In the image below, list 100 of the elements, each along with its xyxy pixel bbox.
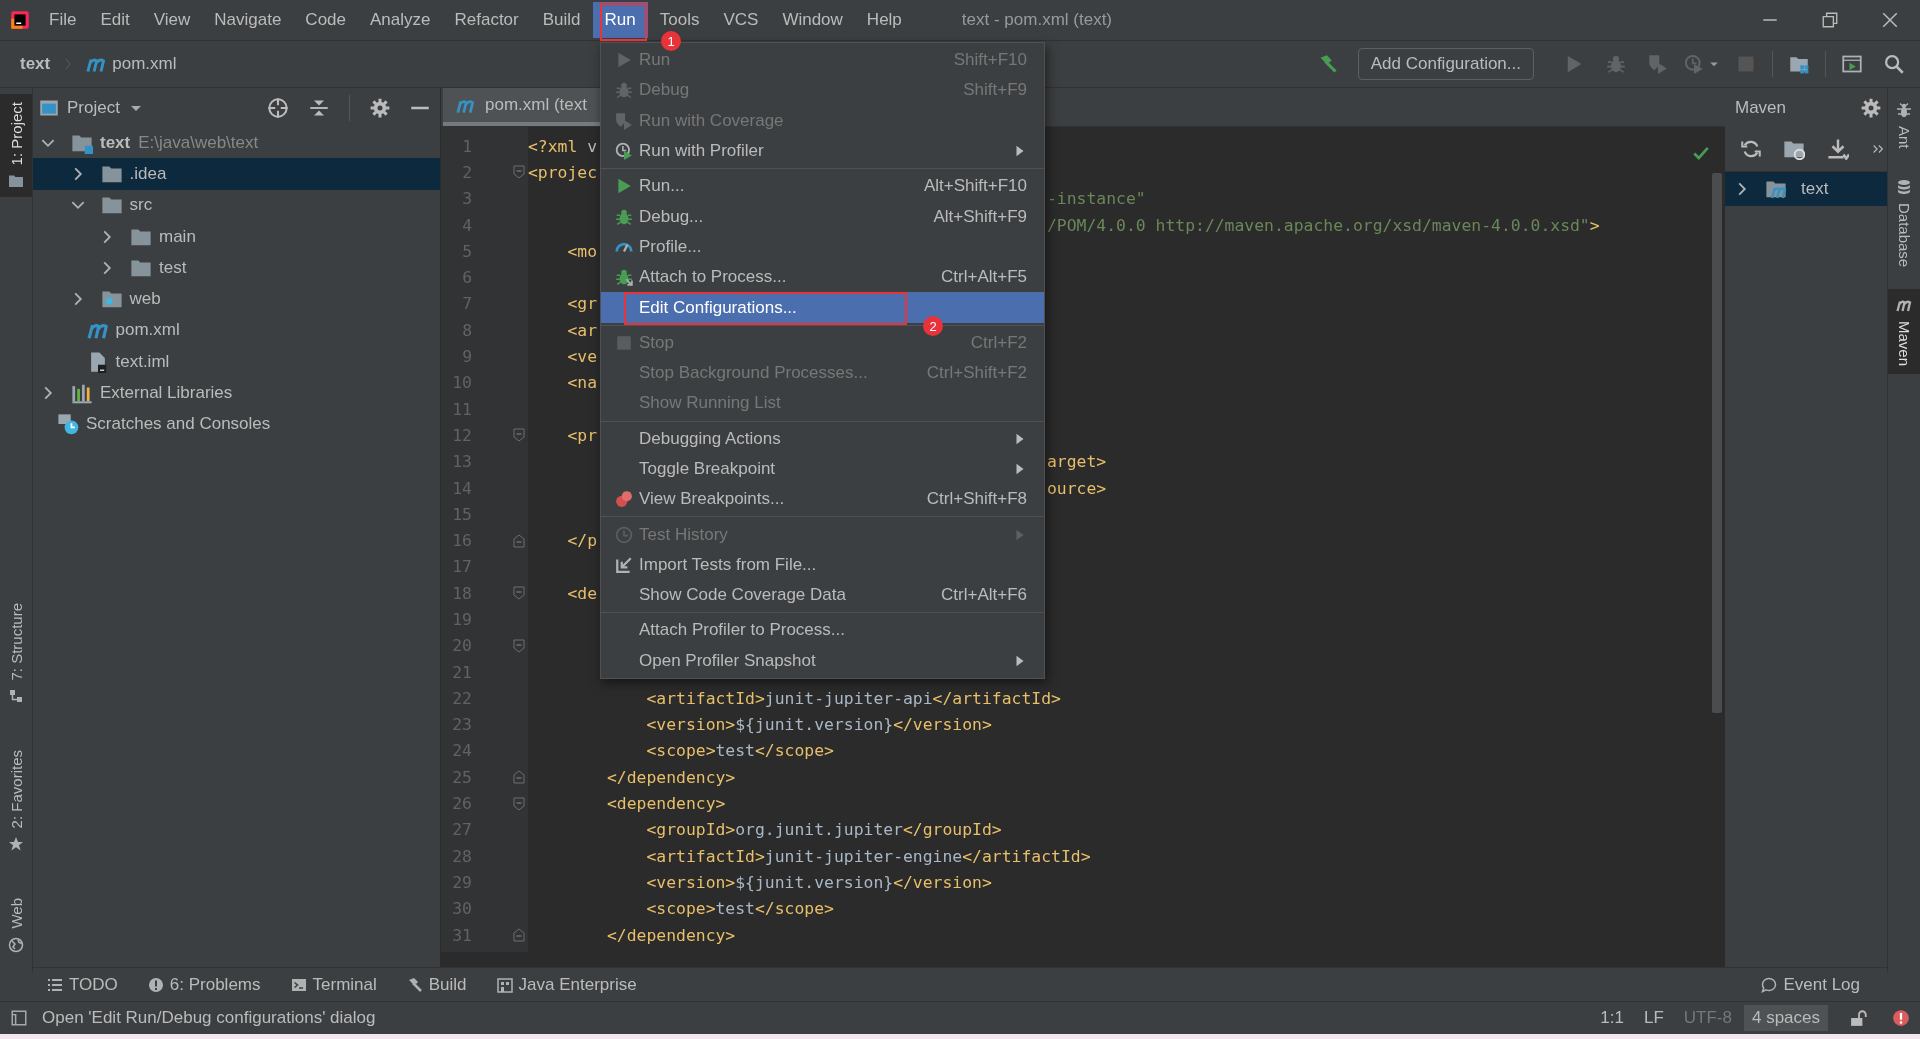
code-text: <groupId>org.junit.jupiter</groupId> (646, 820, 1002, 840)
code-text: </p (567, 531, 598, 551)
star-icon (8, 836, 24, 853)
tree-item[interactable]: main (159, 226, 196, 247)
menu-item[interactable]: Code (293, 2, 358, 38)
tree-item[interactable]: .idea (129, 163, 167, 184)
code-text: -instance" (1047, 189, 1146, 209)
tool-window-button[interactable]: Terminal (312, 974, 377, 995)
error-icon[interactable] (1892, 1009, 1910, 1027)
fold-marker-icon[interactable] (511, 164, 527, 181)
menu-item[interactable]: Refactor (442, 2, 531, 38)
tree-item[interactable]: text (100, 132, 131, 153)
fold-marker-icon[interactable] (511, 427, 527, 444)
tree-item[interactable]: text (1801, 179, 1829, 199)
menu-item[interactable]: Attach to Process... Ctrl+Alt+F5 (601, 262, 1044, 293)
code-text: <pr (567, 425, 598, 445)
fold-marker-icon[interactable] (511, 769, 527, 786)
menu-item[interactable]: Import Tests from File... (601, 549, 1044, 581)
tree-item[interactable]: pom.xml (115, 320, 180, 341)
project-structure-icon[interactable] (1789, 54, 1809, 74)
menu-item[interactable]: Navigate (202, 2, 294, 38)
menu-item[interactable]: File (37, 2, 89, 38)
scrollbar-thumb[interactable] (1712, 173, 1722, 713)
folder-refresh-icon[interactable] (1783, 138, 1805, 160)
panel-title[interactable]: Project (67, 97, 120, 118)
menu-item[interactable]: Show Code Coverage Data Ctrl+Alt+F6 (601, 580, 1044, 611)
close-icon[interactable] (1881, 11, 1899, 29)
breadcrumb-item[interactable]: text (20, 54, 51, 74)
more-icon[interactable] (1871, 142, 1885, 156)
speech-bubble-icon (1761, 976, 1778, 993)
status-widget[interactable]: LF (1635, 1005, 1672, 1031)
app-logo-icon (10, 10, 30, 30)
menu-item[interactable]: Window (770, 2, 855, 38)
tool-window-button[interactable]: 6: Problems (169, 974, 261, 995)
tool-window-tab[interactable]: 7: Structure (7, 602, 25, 681)
status-widget[interactable]: 1:1 (1592, 1005, 1632, 1031)
tree-item[interactable]: External Libraries (100, 383, 233, 403)
shortcut: Ctrl+Alt+F5 (941, 267, 1027, 288)
search-icon[interactable] (1884, 54, 1904, 74)
tool-window-tab[interactable]: Web (7, 898, 25, 929)
tool-window-tab[interactable]: Database (1895, 202, 1913, 267)
download-icon[interactable] (1827, 138, 1849, 160)
fold-marker-icon[interactable] (511, 532, 527, 549)
refresh-icon[interactable] (1741, 139, 1761, 159)
tree-item[interactable]: Scratches and Consoles (86, 414, 271, 435)
tool-window-button[interactable]: Build (428, 974, 467, 995)
fold-marker-icon[interactable] (511, 585, 527, 602)
menu-item[interactable]: View Breakpoints... Ctrl+Shift+F8 (601, 484, 1044, 515)
tool-window-toggle-icon[interactable] (10, 1009, 28, 1027)
run-window-icon[interactable] (1842, 54, 1862, 74)
menu-item[interactable]: Open Profiler Snapshot (601, 645, 1044, 676)
menu-item[interactable]: Edit (88, 2, 142, 38)
unlocked-icon[interactable] (1850, 1009, 1868, 1027)
shortcut: Shift+F9 (963, 80, 1027, 101)
menu-item[interactable]: Run... Alt+Shift+F10 (601, 171, 1044, 202)
breadcrumb-item[interactable]: pom.xml (112, 54, 177, 74)
menu-item[interactable]: Debugging Actions (601, 423, 1044, 454)
run-configuration-button[interactable]: Add Configuration... (1357, 48, 1534, 80)
settings-icon[interactable] (1861, 97, 1881, 118)
tool-window-tab[interactable]: Ant (1895, 126, 1913, 149)
menu-item[interactable]: Help (854, 2, 914, 38)
settings-icon[interactable] (370, 97, 390, 118)
tree-item[interactable]: test (159, 257, 187, 278)
fold-marker-icon[interactable] (511, 637, 527, 654)
tool-window-button[interactable]: Event Log (1783, 974, 1860, 995)
tree-item[interactable]: src (129, 195, 153, 216)
globe-icon (8, 937, 24, 953)
code-text: <ve (567, 347, 598, 366)
menu-item[interactable]: Edit Configurations... (601, 292, 1044, 323)
tree-item[interactable]: web (129, 289, 161, 310)
shortcut: Ctrl+Shift+F8 (926, 489, 1027, 510)
structure-icon (8, 688, 24, 705)
clock-play-icon (615, 142, 633, 161)
menu-item[interactable]: Run with Profiler (601, 135, 1044, 167)
window-title: text - pom.xml (text) (961, 10, 1112, 30)
code-text: <artifactId>junit-jupiter-engine</artifactId> (646, 846, 1091, 866)
menu-item[interactable]: VCS (711, 2, 771, 38)
menu-item[interactable]: Profile... (601, 231, 1044, 263)
restore-icon[interactable] (1821, 11, 1839, 29)
tool-window-button[interactable]: TODO (69, 974, 118, 995)
menu-item[interactable]: View (141, 2, 203, 38)
status-widget[interactable]: 4 spaces (1743, 1005, 1828, 1031)
menu-item[interactable]: Attach Profiler to Process... (601, 615, 1044, 646)
tool-window-button[interactable]: Java Enterprise (518, 974, 637, 995)
editor-tab[interactable]: pom.xml (text (443, 88, 601, 126)
terminal-icon (290, 976, 307, 993)
code-text: <artifactId>junit-jupiter-api</artifactId> (646, 688, 1061, 708)
shortcut: Ctrl+Alt+F6 (941, 585, 1027, 606)
locate-icon[interactable] (267, 96, 289, 119)
tree-item[interactable]: text.iml (115, 351, 170, 372)
menu-item[interactable]: Debug... Alt+Shift+F9 (601, 201, 1044, 232)
fold-marker-icon[interactable] (511, 795, 527, 812)
fold-marker-icon[interactable] (511, 927, 527, 944)
menu-item[interactable]: Toggle Breakpoint (601, 453, 1044, 485)
ant-icon (1896, 102, 1912, 118)
list-icon (47, 976, 63, 993)
highlight-frame (600, 3, 647, 41)
menu-item[interactable]: Build (530, 2, 593, 38)
tool-window-tab[interactable]: 2: Favorites (7, 750, 25, 829)
menu-item[interactable]: Analyze (358, 2, 443, 38)
